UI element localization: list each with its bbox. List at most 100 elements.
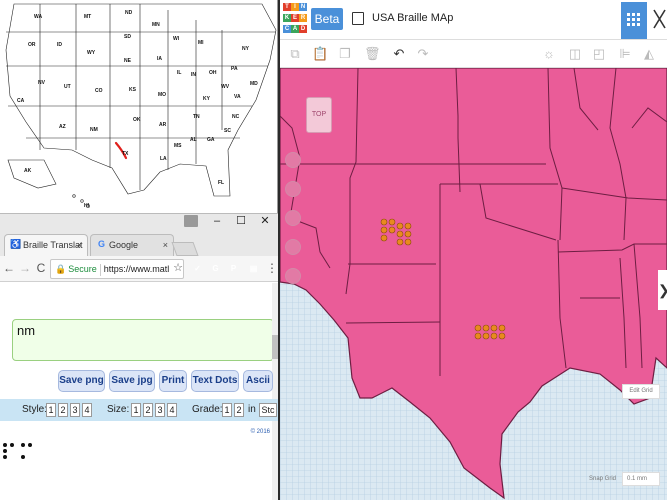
grade-option-1[interactable]: 1 bbox=[222, 403, 232, 417]
style-option-2[interactable]: 2 bbox=[58, 403, 68, 417]
braille-bump[interactable] bbox=[498, 332, 506, 340]
zoom-out-icon[interactable] bbox=[285, 239, 301, 255]
user-profile-icon[interactable] bbox=[184, 215, 198, 227]
ungroup-icon[interactable]: ◰ bbox=[592, 46, 606, 62]
browser-menu-icon[interactable]: ⋮ bbox=[265, 260, 278, 276]
home-view-icon[interactable] bbox=[285, 152, 301, 168]
text-dots-button[interactable]: Text Dots bbox=[191, 370, 239, 392]
style-option-1[interactable]: 1 bbox=[46, 403, 56, 417]
snap-grid-select[interactable]: 0.1 mm bbox=[622, 472, 660, 486]
tab-google[interactable]: G Google × bbox=[90, 234, 174, 256]
new-tab-button[interactable] bbox=[171, 242, 199, 256]
braille-translator-page: nm Save png Save jpg Print Text Dots Asc… bbox=[0, 283, 278, 500]
state-label-la: LA bbox=[160, 156, 167, 162]
braille-bump[interactable] bbox=[482, 324, 490, 332]
extension-check-icon[interactable]: ✓ bbox=[191, 262, 204, 275]
state-label-nd: ND bbox=[125, 10, 133, 16]
align-icon[interactable]: ⊫ bbox=[618, 46, 632, 62]
page-scrollbar[interactable] bbox=[272, 283, 278, 500]
print-button[interactable]: Print bbox=[159, 370, 187, 392]
design-list-icon[interactable] bbox=[352, 12, 364, 25]
tools-icon[interactable] bbox=[652, 8, 667, 32]
paste-icon[interactable]: 📋 bbox=[312, 46, 328, 62]
style-option-4[interactable]: 4 bbox=[82, 403, 92, 417]
tab-title: Braille Translat bbox=[23, 240, 83, 250]
back-arrow-icon[interactable]: ← bbox=[2, 260, 16, 276]
braille-bump[interactable] bbox=[388, 226, 396, 234]
address-bar[interactable]: 🔒 Secure https://www.matl bbox=[50, 259, 184, 279]
redo-icon[interactable]: ↷ bbox=[416, 46, 430, 62]
state-label-va: VA bbox=[234, 94, 241, 100]
size-option-1[interactable]: 1 bbox=[131, 403, 141, 417]
state-label-pa: PA bbox=[231, 66, 238, 72]
braille-bump[interactable] bbox=[474, 332, 482, 340]
braille-bump[interactable] bbox=[380, 234, 388, 242]
workplane-canvas bbox=[280, 68, 667, 500]
undo-icon[interactable]: ↶ bbox=[392, 46, 406, 62]
grid-view-button[interactable] bbox=[621, 2, 647, 39]
forward-arrow-icon[interactable]: → bbox=[18, 260, 32, 276]
logo-letter: A bbox=[291, 25, 299, 33]
extension-p-icon[interactable]: P bbox=[227, 262, 240, 275]
tab-close-icon[interactable]: × bbox=[163, 235, 168, 255]
ascii-button[interactable]: Ascii bbox=[243, 370, 273, 392]
zoom-in-icon[interactable] bbox=[285, 210, 301, 226]
braille-bump[interactable] bbox=[388, 218, 396, 226]
braille-bump[interactable] bbox=[482, 332, 490, 340]
close-window-button[interactable]: ✕ bbox=[252, 214, 278, 228]
mirror-icon[interactable]: ◭ bbox=[642, 46, 656, 62]
save-png-button[interactable]: Save png bbox=[58, 370, 105, 392]
braille-bump[interactable] bbox=[396, 222, 404, 230]
view-cube[interactable]: TOP bbox=[306, 97, 332, 133]
tab-braille-translator[interactable]: ♿ Braille Translat × bbox=[4, 234, 88, 256]
braille-bump[interactable] bbox=[498, 324, 506, 332]
braille-text-input[interactable]: nm bbox=[12, 319, 274, 361]
tab-close-icon[interactable]: × bbox=[77, 235, 82, 255]
logo-letter: K bbox=[283, 14, 291, 22]
braille-bump[interactable] bbox=[404, 222, 412, 230]
scrollbar-thumb[interactable] bbox=[272, 335, 278, 359]
braille-bump[interactable] bbox=[380, 218, 388, 226]
perspective-icon[interactable] bbox=[285, 268, 301, 284]
fit-view-icon[interactable] bbox=[285, 181, 301, 197]
braille-bump[interactable] bbox=[490, 332, 498, 340]
copy-icon[interactable]: ⧉ bbox=[288, 46, 302, 62]
braille-bump[interactable] bbox=[380, 226, 388, 234]
tinkercad-logo[interactable]: TINKERCAD bbox=[283, 3, 307, 36]
group-icon[interactable]: ◫ bbox=[568, 46, 582, 62]
braille-bump[interactable] bbox=[404, 238, 412, 246]
grade-option-2[interactable]: 2 bbox=[234, 403, 244, 417]
maximize-button[interactable]: ☐ bbox=[228, 214, 254, 228]
panel-collapse-handle[interactable]: ❯ bbox=[658, 270, 667, 310]
duplicate-icon[interactable]: ❐ bbox=[338, 46, 352, 62]
braille-bump[interactable] bbox=[396, 230, 404, 238]
beta-badge[interactable]: Beta bbox=[311, 8, 343, 30]
state-label-ks: KS bbox=[129, 87, 137, 93]
size-option-3[interactable]: 3 bbox=[155, 403, 165, 417]
units-select[interactable]: Stc bbox=[259, 403, 277, 417]
reload-icon[interactable]: C bbox=[34, 260, 48, 276]
extension-screenshot-icon[interactable]: ▤ bbox=[247, 262, 260, 275]
workplane[interactable]: TOP ❯ bbox=[280, 68, 667, 500]
save-jpg-button[interactable]: Save jpg bbox=[109, 370, 155, 392]
braille-dot bbox=[21, 443, 25, 447]
edit-grid-button[interactable]: Edit Grid bbox=[622, 384, 660, 399]
delete-icon[interactable]: 🗑 bbox=[364, 46, 381, 62]
minimize-button[interactable]: – bbox=[204, 214, 230, 228]
tab-title: Google bbox=[109, 240, 139, 250]
light-bulb-icon[interactable]: ☼ bbox=[542, 46, 556, 62]
state-label-ga: GA bbox=[207, 137, 215, 143]
braille-bump[interactable] bbox=[404, 230, 412, 238]
extension-grammarly-icon[interactable]: G bbox=[209, 262, 222, 275]
size-option-4[interactable]: 4 bbox=[167, 403, 177, 417]
size-option-2[interactable]: 2 bbox=[143, 403, 153, 417]
bookmark-star-icon[interactable]: ☆ bbox=[171, 260, 185, 276]
state-label-ok: OK bbox=[133, 117, 141, 123]
design-title[interactable]: USA Braille MAp bbox=[372, 12, 453, 24]
braille-bump[interactable] bbox=[490, 324, 498, 332]
braille-bump[interactable] bbox=[474, 324, 482, 332]
state-label-nv: NV bbox=[38, 80, 46, 86]
style-option-3[interactable]: 3 bbox=[70, 403, 80, 417]
braille-bump[interactable] bbox=[396, 238, 404, 246]
grid-view-icon bbox=[627, 13, 640, 26]
